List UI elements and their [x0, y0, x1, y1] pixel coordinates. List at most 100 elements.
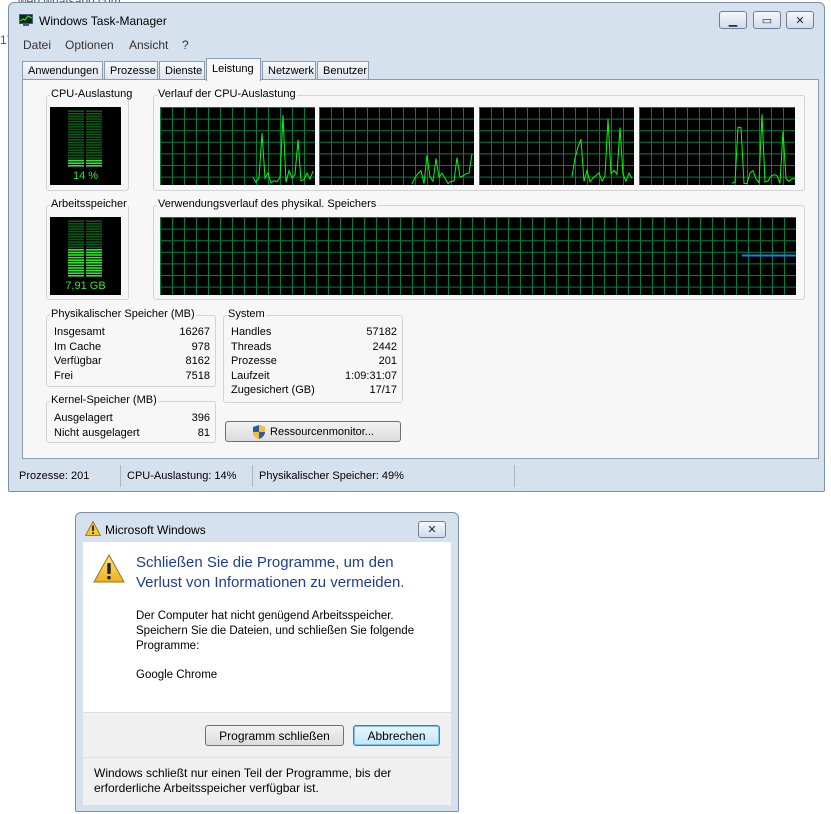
physical-memory-title: Physikalischer Speicher (MB)	[50, 308, 196, 320]
dialog-body-line: Programme:	[136, 640, 200, 652]
memory-meter-bars	[68, 220, 102, 277]
memory-value: 7,91 GB	[65, 280, 106, 292]
tab-leistung[interactable]: Leistung	[206, 58, 261, 81]
dialog-body-line: Speichern Sie die Dateien, und schließen…	[136, 625, 415, 637]
stat-label: Prozesse	[231, 355, 277, 368]
menu-help[interactable]: ?	[182, 38, 189, 52]
uac-shield-icon	[253, 424, 266, 439]
cpu-core-3-chart	[479, 107, 634, 185]
meter-segments	[68, 220, 102, 277]
cpu-history-title: Verlauf der CPU-Auslastung	[157, 88, 297, 100]
tab-benutzer[interactable]: Benutzer	[317, 61, 369, 80]
task-manager-titlebar[interactable]: Windows Task-Manager ▁ ▭ ✕	[9, 3, 824, 35]
stat-value: 16267	[179, 326, 210, 338]
stat-row: Verfügbar 8162	[54, 354, 210, 369]
kernel-memory-table: Ausgelagert 396 Nicht ausgelagert 81	[54, 411, 210, 440]
stat-value: 2442	[372, 340, 397, 353]
dialog-footnote: Windows schließt nur einen Teil der Prog…	[83, 757, 451, 805]
stat-label: Threads	[231, 340, 272, 353]
physical-memory-table: Insgesamt 16267 Im Cache 978 Verfügbar 8162…	[54, 325, 210, 383]
memory-history-group: Verwendungsverlauf des physikal. Speiche…	[153, 198, 805, 300]
close-icon: ✕	[427, 524, 437, 536]
dialog-content: Schließen Sie die Programme, um den Verl…	[83, 542, 451, 712]
memory-meter: 7,91 GB	[50, 217, 121, 295]
stat-value: 17/17	[369, 384, 397, 397]
dialog-footnote-line: Windows schließt nur einen Teil der Prog…	[94, 766, 392, 780]
cpu-core-2-graph	[319, 107, 474, 185]
menu-bar: Datei Optionen Ansicht ?	[9, 35, 824, 55]
cpu-trace	[731, 114, 795, 185]
dialog-button-bar: Programm schließen Abbrechen	[83, 712, 451, 757]
stat-label: Nicht ausgelagert	[54, 426, 140, 439]
cpu-core-4-chart	[639, 107, 795, 185]
cpu-usage-group: CPU-Auslastung 14 %	[46, 88, 134, 191]
tab-anwendungen[interactable]: Anwendungen	[22, 61, 103, 80]
resource-monitor-button[interactable]: Ressourcenmonitor...	[225, 421, 401, 442]
cpu-meter: 14 %	[50, 107, 121, 185]
task-manager-window: Windows Task-Manager ▁ ▭ ✕ Datei Optione…	[8, 2, 825, 492]
stat-value: 7518	[185, 369, 210, 382]
cpu-core-4-graph	[639, 107, 795, 185]
warning-small-icon	[85, 521, 101, 536]
minimize-button[interactable]: ▁	[719, 11, 747, 29]
graph-grid	[319, 107, 474, 185]
minimize-icon: ▁	[728, 14, 738, 27]
stat-value: 396	[191, 412, 210, 424]
stat-label: Laufzeit	[231, 369, 270, 382]
graph-grid	[639, 107, 795, 185]
stat-value: 57182	[366, 326, 397, 338]
cpu-core-1-chart	[160, 107, 315, 185]
dialog-close-button[interactable]: ✕	[418, 521, 446, 538]
stat-value: 1:09:31:07	[345, 369, 397, 382]
graph-grid	[160, 107, 315, 185]
stat-row: Prozesse 201	[231, 354, 397, 369]
memory-history-title: Verwendungsverlauf des physikal. Speiche…	[157, 198, 378, 210]
task-manager-app-icon	[19, 14, 33, 26]
performance-panel: CPU-Auslastung 14 % Verlauf der CPU-Ausl…	[22, 79, 819, 459]
close-icon: ✕	[795, 14, 805, 27]
warning-icon	[93, 554, 125, 583]
cpu-usage-value: 14 %	[72, 170, 99, 182]
tab-dienste[interactable]: Dienste	[159, 61, 205, 80]
close-button[interactable]: ✕	[786, 11, 814, 29]
system-title: System	[227, 308, 266, 320]
menu-ansicht[interactable]: Ansicht	[129, 38, 168, 52]
stat-row: Nicht ausgelagert 81	[54, 426, 210, 441]
memory-history-chart	[160, 217, 796, 295]
stat-value: 201	[378, 355, 397, 368]
menu-datei[interactable]: Datei	[23, 38, 51, 52]
tab-prozesse[interactable]: Prozesse	[104, 61, 158, 80]
stat-row: Im Cache 978	[54, 340, 210, 355]
memory-group: Arbeitsspeicher 7,91 GB	[46, 198, 129, 300]
cancel-button[interactable]: Abbrechen	[353, 725, 440, 746]
dialog-title: Microsoft Windows	[105, 523, 206, 537]
stat-label: Zugesichert (GB)	[231, 384, 315, 397]
stat-label: Im Cache	[54, 340, 102, 353]
window-title: Windows Task-Manager	[39, 14, 167, 28]
dialog-main-instruction: Schließen Sie die Programme, um den Verl…	[136, 554, 405, 591]
memory-title: Arbeitsspeicher	[50, 198, 128, 210]
tab-netzwerk[interactable]: Netzwerk	[262, 61, 316, 80]
resource-monitor-label: Ressourcenmonitor...	[270, 425, 374, 438]
stat-label: Insgesamt	[54, 326, 105, 338]
menu-optionen[interactable]: Optionen	[65, 38, 114, 52]
graph-grid	[160, 217, 796, 295]
stat-value: 8162	[185, 355, 210, 368]
stat-label: Frei	[54, 369, 73, 382]
stat-row: Laufzeit 1:09:31:07	[231, 369, 397, 384]
dialog-titlebar[interactable]: Microsoft Windows ✕	[76, 513, 458, 539]
stat-value: 978	[191, 340, 210, 353]
status-bar: Prozesse: 201 CPU-Auslastung: 14% Physik…	[13, 465, 819, 487]
system-table: Handles 57182 Threads 2442 Prozesse 201 Lau…	[231, 325, 397, 398]
maximize-button[interactable]: ▭	[753, 11, 781, 29]
cpu-usage-title: CPU-Auslastung	[50, 88, 134, 100]
status-processes: Prozesse: 201	[13, 465, 121, 487]
low-memory-dialog: Microsoft Windows ✕ Schließen Sie die Pr…	[75, 512, 459, 812]
stat-row: Zugesichert (GB) 17/17	[231, 383, 397, 398]
close-program-button[interactable]: Programm schließen	[205, 725, 344, 746]
kernel-memory-group: Kernel-Speicher (MB) Ausgelagert 396 Nich…	[46, 394, 216, 443]
dialog-program-name: Google Chrome	[136, 669, 218, 681]
stat-row: Insgesamt 16267	[54, 325, 210, 340]
tab-strip: Anwendungen Prozesse Dienste Leistung Ne…	[22, 58, 802, 81]
status-cpu: CPU-Auslastung: 14%	[121, 465, 253, 487]
